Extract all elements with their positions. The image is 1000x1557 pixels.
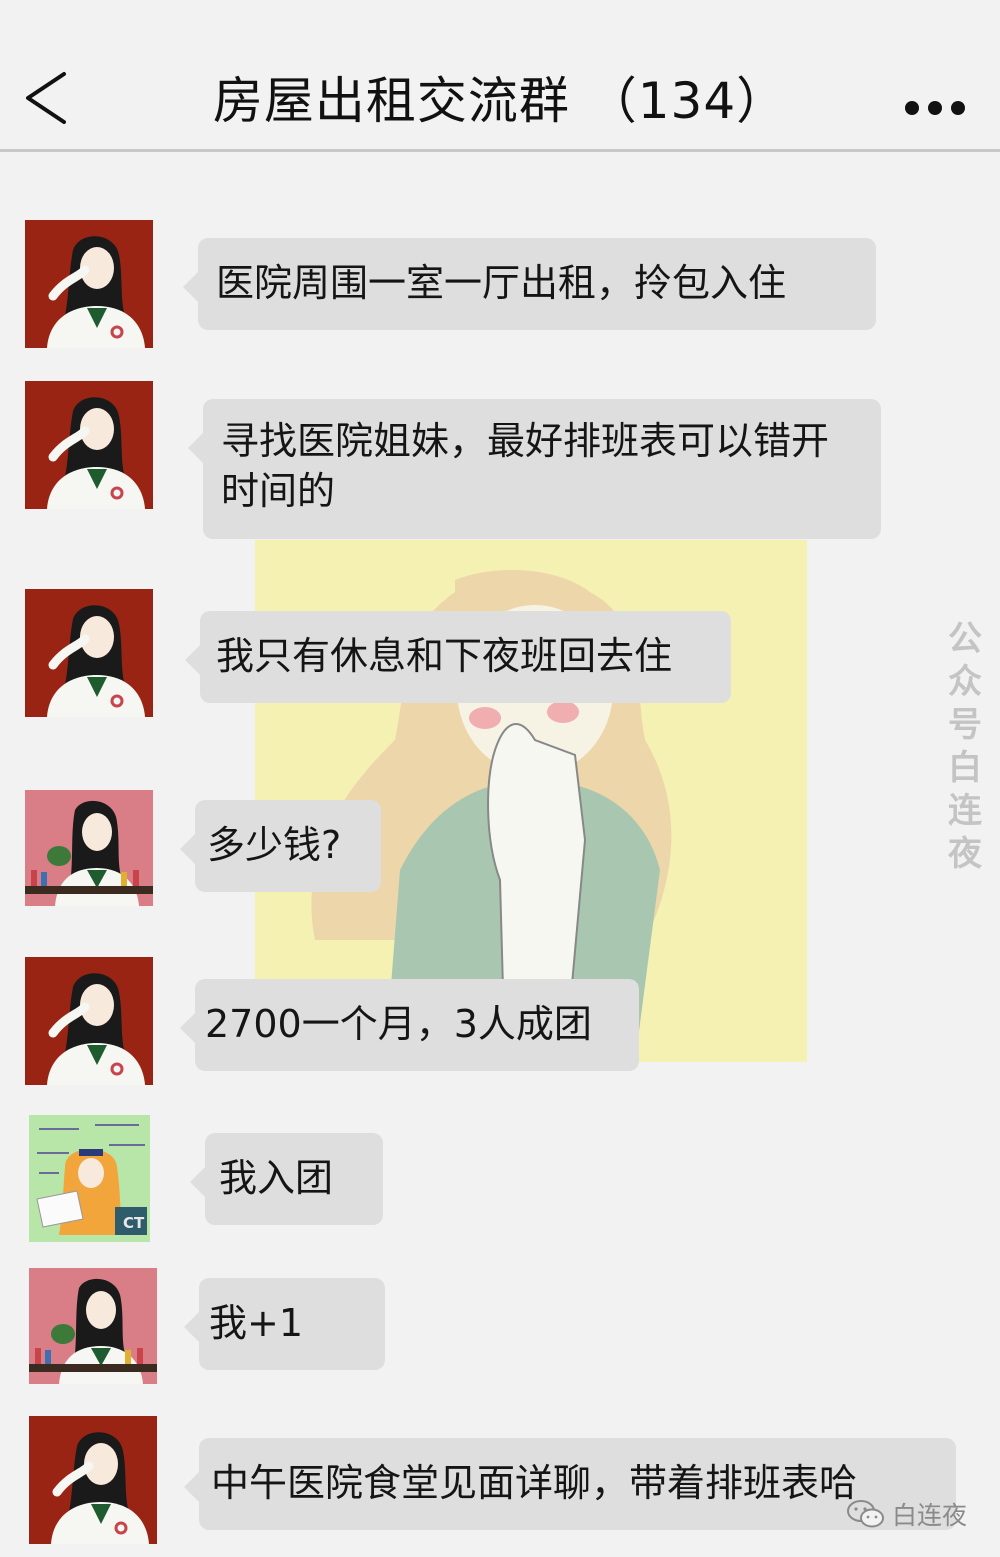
message-bubble[interactable]: 我+1: [184, 1278, 385, 1370]
doctor-avatar-icon: [25, 589, 153, 717]
doctor-avatar-icon: [25, 381, 153, 509]
doctor-avatar-icon: [25, 957, 153, 1085]
side-watermark: 公众号白连夜: [948, 619, 982, 874]
message-text: 多少钱?: [207, 823, 342, 867]
more-button[interactable]: [900, 90, 970, 126]
svg-text:CT: CT: [123, 1214, 145, 1232]
sender-avatar[interactable]: CT: [29, 1115, 150, 1242]
message-text: 2700一个月，3人成团: [205, 1002, 592, 1046]
message-list[interactable]: 医院周围一室一厅出租，拎包入住 寻找医院姐妹，最好排班表可以错开时间的 我只有休…: [0, 152, 1000, 1557]
message-bubble[interactable]: 2700一个月，3人成团: [180, 979, 639, 1071]
sender-avatar[interactable]: [25, 220, 153, 348]
study-avatar-icon: CT: [29, 1115, 150, 1242]
message-text: 医院周围一室一厅出租，拎包入住: [216, 261, 787, 305]
message-text: 寻找医院姐妹，最好排班表可以错开时间的: [221, 419, 830, 513]
message-bubble[interactable]: 多少钱?: [180, 800, 381, 892]
message-bubble[interactable]: 寻找医院姐妹，最好排班表可以错开时间的: [188, 399, 881, 539]
wechat-icon: [847, 1500, 884, 1528]
doctor-avatar-icon: [29, 1416, 157, 1544]
sender-avatar[interactable]: [29, 1268, 157, 1384]
sender-avatar[interactable]: [25, 589, 153, 717]
bottom-watermark-text: 白连夜: [892, 1501, 968, 1530]
more-dots-icon: [905, 101, 965, 115]
message-bubble[interactable]: 医院周围一室一厅出租，拎包入住: [183, 238, 876, 330]
message-text: 我入团: [219, 1156, 334, 1200]
lab-avatar-icon: [29, 1268, 157, 1384]
message-bubble[interactable]: 我只有休息和下夜班回去住: [185, 611, 731, 703]
sender-avatar[interactable]: [25, 381, 153, 509]
sender-avatar[interactable]: [25, 790, 153, 906]
sender-avatar[interactable]: [29, 1416, 157, 1544]
message-bubble[interactable]: 中午医院食堂见面详聊，带着排班表哈: [184, 1438, 956, 1530]
message-text: 我只有休息和下夜班回去住: [216, 634, 673, 678]
lab-avatar-icon: [25, 790, 153, 906]
bottom-watermark: 白连夜: [846, 1496, 967, 1532]
sender-avatar[interactable]: [25, 957, 153, 1085]
message-text: 中午医院食堂见面详聊，带着排班表哈: [211, 1461, 858, 1505]
doctor-avatar-icon: [25, 220, 153, 348]
group-title: 房屋出租交流群 （134）: [212, 72, 788, 130]
message-bubble[interactable]: 我入团: [190, 1133, 383, 1225]
message-text: 我+1: [209, 1301, 304, 1345]
chat-header: 房屋出租交流群 （134）: [0, 0, 1000, 152]
